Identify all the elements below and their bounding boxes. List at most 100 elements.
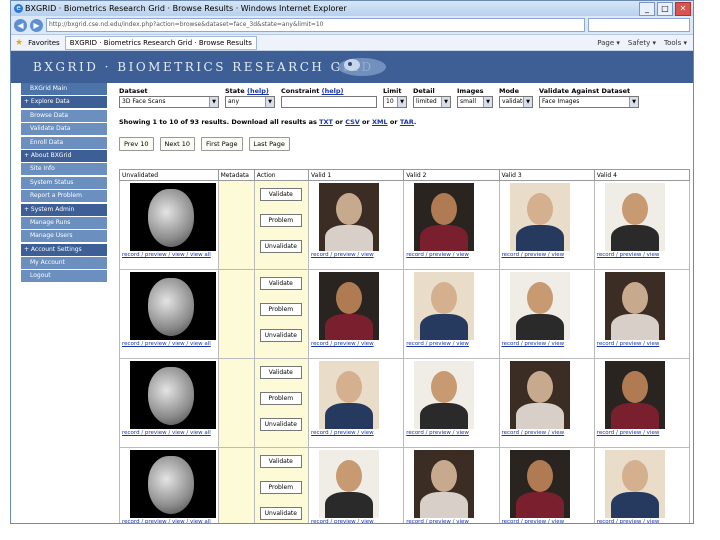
mode-select[interactable]: validate ▼ — [499, 96, 533, 108]
face-photo[interactable] — [604, 361, 665, 429]
face-photo[interactable] — [414, 183, 475, 251]
record-links[interactable]: record / preview / view — [311, 252, 403, 259]
record-links[interactable]: record / preview / view — [502, 519, 594, 523]
ie-logo-icon: e — [14, 4, 23, 13]
tools-menu[interactable]: Tools ▾ — [664, 39, 687, 47]
valid-cell: record / preview / view — [308, 180, 405, 270]
results-table: Unvalidated Metadata Action Valid 1 Vali… — [119, 169, 691, 523]
back-icon[interactable]: ◀ — [14, 18, 27, 32]
forward-icon[interactable]: ▶ — [30, 18, 43, 32]
unvalidate-button[interactable]: Unvalidate — [259, 507, 302, 520]
dataset-select[interactable]: 3D Face Scans ▼ — [119, 96, 219, 108]
maximize-button[interactable]: □ — [657, 2, 673, 16]
face-scan-image[interactable] — [130, 361, 216, 429]
sidebar-item[interactable]: Report a Problem — [21, 190, 107, 203]
sidebar-item[interactable]: Site Info — [21, 163, 107, 176]
next-10-button[interactable]: Next 10 — [159, 137, 196, 151]
face-photo[interactable] — [604, 272, 665, 340]
sidebar-item[interactable]: Manage Runs — [21, 216, 107, 229]
face-photo[interactable] — [319, 450, 380, 518]
record-links[interactable]: record / preview / view — [311, 519, 403, 523]
sidebar-item[interactable]: Logout — [21, 270, 107, 283]
limit-select[interactable]: 10 ▼ — [383, 96, 407, 108]
unvalidate-button[interactable]: Unvalidate — [259, 418, 302, 431]
favorites-star-icon[interactable]: ★ — [15, 38, 23, 48]
url-field[interactable]: http://bxgrid.cse.nd.edu/index.php?actio… — [46, 18, 585, 32]
problem-button[interactable]: Problem — [259, 214, 302, 227]
record-links[interactable]: record / preview / view — [597, 341, 689, 348]
last-page-button[interactable]: Last Page — [248, 137, 290, 151]
record-links[interactable]: record / preview / view — [502, 252, 594, 259]
record-links[interactable]: record / preview / view — [597, 430, 689, 437]
record-links[interactable]: record / preview / view / view all — [122, 519, 218, 523]
constraint-help-link[interactable]: (help) — [322, 87, 344, 95]
validate-button[interactable]: Validate — [259, 277, 302, 290]
record-links[interactable]: record / preview / view / view all — [122, 430, 218, 437]
window-controls: _ □ ✕ — [639, 2, 691, 16]
record-links[interactable]: record / preview / view — [311, 430, 403, 437]
close-button[interactable]: ✕ — [675, 2, 691, 16]
problem-button[interactable]: Problem — [259, 303, 302, 316]
state-select[interactable]: any ▼ — [225, 96, 275, 108]
sidebar-item[interactable]: Manage Users — [21, 230, 107, 243]
constraint-input[interactable] — [281, 96, 377, 108]
face-scan-image[interactable] — [130, 183, 216, 251]
face-photo[interactable] — [509, 450, 570, 518]
record-links[interactable]: record / preview / view — [502, 430, 594, 437]
record-links[interactable]: record / preview / view — [406, 430, 498, 437]
face-photo[interactable] — [509, 361, 570, 429]
validate-button[interactable]: Validate — [259, 366, 302, 379]
validate-against-select[interactable]: Face Images ▼ — [539, 96, 639, 108]
page-menu[interactable]: Page ▾ — [597, 39, 620, 47]
record-links[interactable]: record / preview / view — [597, 519, 689, 523]
face-photo[interactable] — [509, 272, 570, 340]
sidebar-item[interactable]: Validate Data — [21, 123, 107, 136]
face-photo[interactable] — [414, 361, 475, 429]
active-tab[interactable]: BXGRID · Biometrics Research Grid · Brow… — [64, 35, 257, 50]
prev-10-button[interactable]: Prev 10 — [119, 137, 154, 151]
face-photo[interactable] — [604, 183, 665, 251]
face-photo[interactable] — [509, 183, 570, 251]
sidebar-item[interactable]: Browse Data — [21, 109, 107, 122]
download-tar-link[interactable]: TAR — [400, 118, 414, 126]
download-txt-link[interactable]: TXT — [319, 118, 333, 126]
problem-button[interactable]: Problem — [259, 392, 302, 405]
record-links[interactable]: record / preview / view — [597, 252, 689, 259]
unvalidate-button[interactable]: Unvalidate — [259, 240, 302, 253]
face-photo[interactable] — [414, 450, 475, 518]
record-links[interactable]: record / preview / view — [406, 252, 498, 259]
problem-button[interactable]: Problem — [259, 481, 302, 494]
record-links[interactable]: record / preview / view — [311, 341, 403, 348]
record-links[interactable]: record / preview / view / view all — [122, 252, 218, 259]
record-links[interactable]: record / preview / view — [406, 341, 498, 348]
download-xml-link[interactable]: XML — [372, 118, 388, 126]
face-scan-image[interactable] — [130, 450, 216, 518]
validate-button[interactable]: Validate — [259, 188, 302, 201]
unvalidated-cell: record / preview / view / view all — [119, 269, 219, 359]
face-photo[interactable] — [319, 272, 380, 340]
record-links[interactable]: record / preview / view / view all — [122, 341, 218, 348]
search-input[interactable] — [588, 18, 690, 32]
face-photo[interactable] — [319, 183, 380, 251]
sidebar-item[interactable]: System Status — [21, 176, 107, 189]
download-csv-link[interactable]: CSV — [345, 118, 360, 126]
record-links[interactable]: record / preview / view — [502, 341, 594, 348]
images-select[interactable]: small ▼ — [457, 96, 493, 108]
face-scan-image[interactable] — [130, 272, 216, 340]
sidebar-item[interactable]: BXGrid Main — [21, 83, 107, 95]
face-photo[interactable] — [604, 450, 665, 518]
state-help-link[interactable]: (help) — [247, 87, 269, 95]
safety-menu[interactable]: Safety ▾ — [628, 39, 656, 47]
detail-select[interactable]: limited ▼ — [413, 96, 451, 108]
unvalidate-button[interactable]: Unvalidate — [259, 329, 302, 342]
validate-button[interactable]: Validate — [259, 455, 302, 468]
first-page-button[interactable]: First Page — [201, 137, 243, 151]
valid-cell: record / preview / view — [498, 269, 595, 359]
sidebar-item[interactable]: My Account — [21, 257, 107, 270]
favorites-label[interactable]: Favorites — [28, 39, 60, 47]
minimize-button[interactable]: _ — [639, 2, 655, 16]
face-photo[interactable] — [414, 272, 475, 340]
record-links[interactable]: record / preview / view — [406, 519, 498, 523]
face-photo[interactable] — [319, 361, 380, 429]
sidebar-item[interactable]: Enroll Data — [21, 136, 107, 149]
